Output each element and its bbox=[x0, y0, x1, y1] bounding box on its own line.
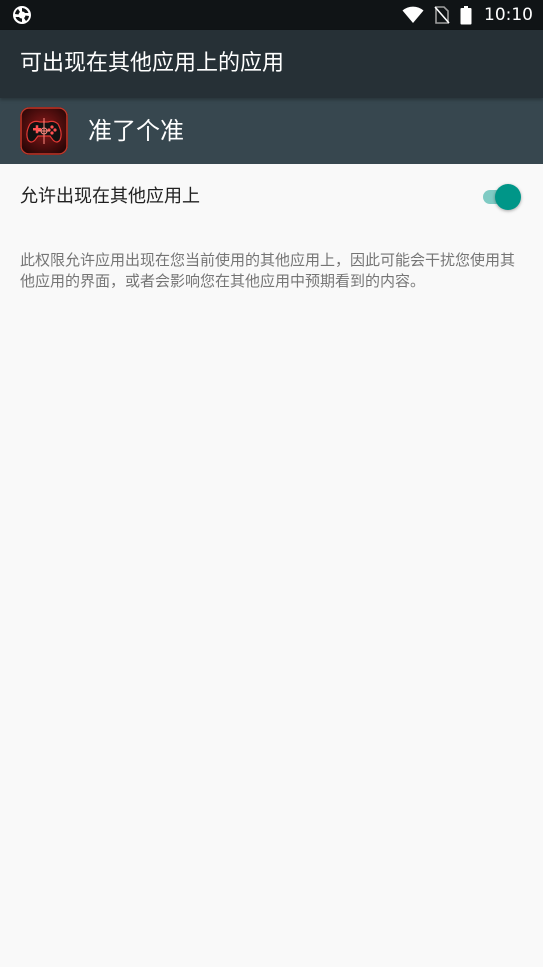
gamepad-app-icon bbox=[20, 107, 68, 155]
toggle-thumb bbox=[495, 184, 521, 210]
setting-label: 允许出现在其他应用上 bbox=[20, 186, 200, 207]
app-bar: 可出现在其他应用上的应用 bbox=[0, 30, 543, 98]
battery-icon bbox=[460, 5, 472, 24]
allow-overlay-toggle[interactable] bbox=[483, 184, 521, 210]
app-name: 准了个准 bbox=[88, 117, 184, 145]
sync-app-icon bbox=[13, 6, 31, 24]
status-icons: 10:10 bbox=[402, 0, 533, 30]
status-time: 10:10 bbox=[484, 5, 533, 25]
app-header: 准了个准 bbox=[0, 98, 543, 164]
permission-description: 此权限允许应用出现在您当前使用的其他应用上，因此可能会干扰您使用其他应用的界面，… bbox=[20, 251, 516, 290]
status-bar: 10:10 bbox=[0, 0, 543, 30]
allow-overlay-setting[interactable]: 允许出现在其他应用上 bbox=[0, 164, 543, 230]
page-title: 可出现在其他应用上的应用 bbox=[20, 51, 285, 76]
wifi-icon bbox=[402, 6, 424, 23]
no-sim-icon bbox=[434, 6, 450, 24]
